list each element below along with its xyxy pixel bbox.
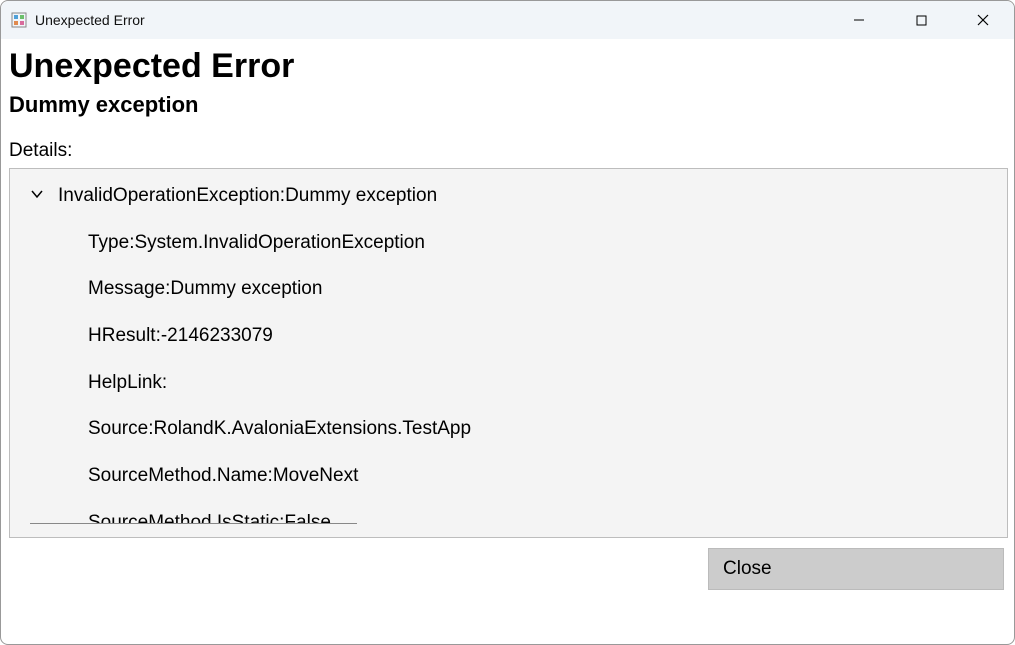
dialog-content: Unexpected Error Dummy exception Details…	[1, 39, 1014, 596]
window-title: Unexpected Error	[35, 12, 145, 28]
window-controls	[828, 1, 1014, 39]
minimize-button[interactable]	[828, 1, 890, 39]
exception-detail-row: HelpLink:	[88, 371, 357, 396]
details-panel[interactable]: InvalidOperationException:Dummy exceptio…	[9, 168, 1008, 538]
details-label: Details:	[9, 140, 1008, 162]
page-title: Unexpected Error	[9, 47, 1008, 86]
maximize-button[interactable]	[890, 1, 952, 39]
exception-detail-row: Source:RolandK.AvaloniaExtensions.TestAp…	[88, 417, 357, 442]
exception-summary: InvalidOperationException:Dummy exceptio…	[58, 184, 437, 209]
window-titlebar: Unexpected Error	[1, 1, 1014, 39]
close-button[interactable]: Close	[708, 548, 1004, 590]
exception-detail-row: HResult:-2146233079	[88, 324, 357, 349]
exception-detail-row: Message:Dummy exception	[88, 277, 357, 302]
exception-detail-row: SourceMethod.Name:MoveNext	[88, 464, 357, 489]
tree-node-root[interactable]: InvalidOperationException:Dummy exceptio…	[30, 184, 987, 209]
tree-children: Type:System.InvalidOperationException Me…	[30, 231, 357, 524]
exception-detail-row: SourceMethod.IsStatic:False	[88, 511, 357, 523]
chevron-down-icon[interactable]	[30, 187, 58, 201]
app-icon	[11, 12, 27, 28]
button-row: Close	[9, 538, 1008, 590]
close-window-button[interactable]	[952, 1, 1014, 39]
exception-message-heading: Dummy exception	[9, 92, 1008, 118]
exception-detail-row: Type:System.InvalidOperationException	[88, 231, 357, 256]
